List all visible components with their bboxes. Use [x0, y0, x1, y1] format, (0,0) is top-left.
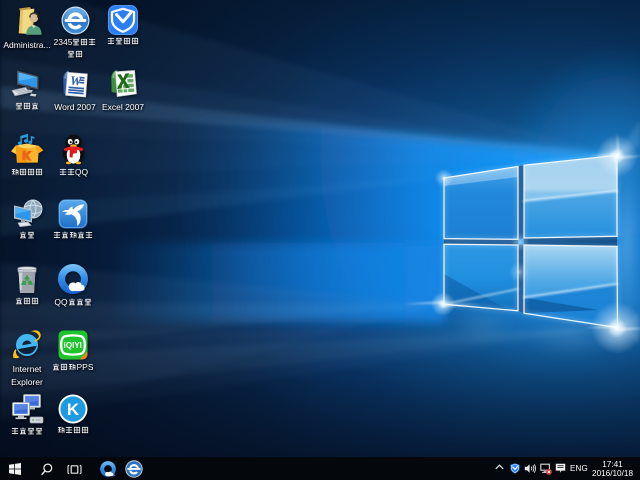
svg-text:K: K	[67, 400, 80, 419]
svg-text:iQIYI: iQIYI	[64, 341, 82, 350]
